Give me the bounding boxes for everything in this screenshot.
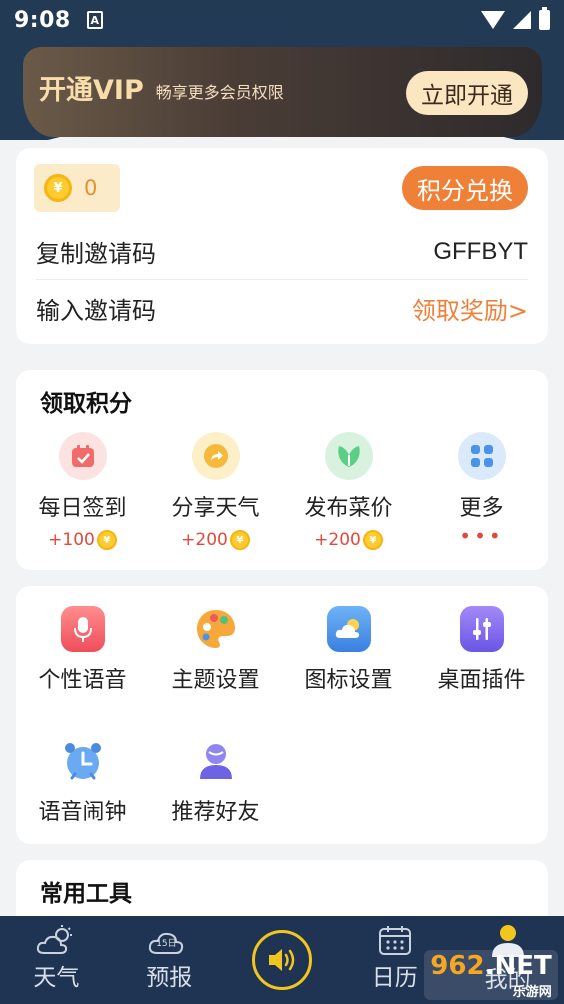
notification-icon: A [86, 11, 103, 29]
features-card: 个性语音 主题设置 图标设置 桌面插件 语音闹钟 推荐好友 [16, 586, 548, 844]
copy-invite-row[interactable]: 复制邀请码 GFFBYT [36, 224, 528, 280]
invite-code[interactable]: GFFBYT [433, 238, 528, 266]
feature-recommend-friends[interactable]: 推荐好友 [149, 738, 282, 826]
vip-banner[interactable]: 开通VIP 畅享更多会员权限 立即开通 [23, 47, 542, 137]
invite-card: ¥ 0 积分兑换 复制邀请码 GFFBYT 输入邀请码 领取奖励> [16, 148, 548, 344]
input-invite-row[interactable]: 输入邀请码 领取奖励> [36, 280, 528, 336]
grid-more-icon [457, 432, 506, 480]
feature-label: 主题设置 [171, 668, 260, 693]
feature-voice[interactable]: 个性语音 [16, 606, 149, 694]
coin-balance[interactable]: ¥ 0 [34, 164, 120, 212]
coin-count: 0 [84, 176, 98, 200]
feature-widget[interactable]: 桌面插件 [415, 606, 548, 694]
battery-icon [539, 7, 550, 30]
tab-label: 预报 [146, 965, 193, 991]
coin-icon: ¥ [362, 530, 383, 550]
tab-label: 日历 [371, 965, 418, 991]
task-reward: +200 ¥ [181, 530, 250, 550]
forecast-badge: 15日 [156, 939, 177, 949]
vip-title: 开通VIP [39, 75, 144, 106]
reward-amount: +200 [181, 530, 228, 550]
task-label: 每日签到 [38, 496, 127, 521]
speaker-icon [268, 949, 295, 971]
wifi-icon [481, 11, 505, 29]
watermark-sub: 乐游网 [512, 984, 552, 1000]
coin-icon: ¥ [229, 530, 250, 550]
features-row-1: 个性语音 主题设置 图标设置 桌面插件 [16, 606, 548, 694]
points-section-title: 领取积分 [40, 391, 132, 417]
feature-label: 桌面插件 [437, 668, 526, 693]
alarm-clock-icon [61, 738, 105, 784]
watermark-number: 962 [430, 950, 485, 981]
weather-cloud-icon [37, 925, 73, 954]
feature-theme[interactable]: 主题设置 [149, 606, 282, 694]
reward-amount: +100 [48, 530, 95, 550]
calendar-icon [378, 926, 411, 955]
points-exchange-button[interactable]: 积分兑换 [402, 166, 528, 210]
task-reward: +100 ¥ [48, 530, 117, 550]
copy-invite-label: 复制邀请码 [36, 240, 156, 268]
vip-activate-button[interactable]: 立即开通 [406, 71, 528, 115]
feature-icon-settings[interactable]: 图标设置 [282, 606, 415, 694]
task-more[interactable]: 更多 ••• [415, 432, 548, 550]
speaker-button[interactable] [251, 930, 312, 990]
tab-forecast[interactable]: 15日 预报 [113, 916, 226, 1004]
vegetable-icon [324, 432, 373, 480]
task-label: 发布菜价 [304, 496, 393, 521]
feature-label: 语音闹钟 [38, 800, 127, 825]
tools-section-title: 常用工具 [40, 881, 132, 907]
task-label: 分享天气 [171, 496, 260, 521]
feature-label: 推荐好友 [171, 800, 260, 825]
status-time: 9:08 [14, 7, 71, 33]
points-card: 领取积分 每日签到 +100¥ 分享天气 +200¥ 发布菜价 +200¥ [16, 370, 548, 570]
coin-icon: ¥ [96, 530, 117, 550]
features-row-2: 语音闹钟 推荐好友 [16, 738, 548, 826]
tab-label: 天气 [33, 965, 80, 991]
calendar-check-icon [58, 432, 107, 480]
status-bar: 9:08 A [0, 0, 564, 40]
feature-label: 个性语音 [38, 668, 127, 693]
coin-icon: ¥ [44, 174, 72, 202]
microphone-icon [60, 606, 105, 652]
points-task-grid: 每日签到 +100 ¥ 分享天气 +200 ¥ 发布菜价 +200 ¥ 更多 ••• [16, 432, 548, 550]
palette-icon [194, 606, 238, 652]
watermark-suffix: .NET [484, 950, 552, 981]
forecast-cloud-icon: 15日 [147, 924, 191, 956]
feature-voice-alarm[interactable]: 语音闹钟 [16, 738, 149, 826]
tab-weather[interactable]: 天气 [0, 916, 113, 1004]
task-label: 更多 [459, 496, 504, 521]
more-dots: ••• [459, 524, 504, 548]
reward-amount: +200 [314, 530, 361, 550]
input-invite-label: 输入邀请码 [36, 296, 156, 325]
weather-app-icon [326, 606, 371, 652]
signal-icon [513, 11, 531, 29]
vip-subtitle: 畅享更多会员权限 [155, 83, 284, 102]
share-icon [191, 432, 240, 480]
task-share-weather[interactable]: 分享天气 +200 ¥ [149, 432, 282, 550]
task-reward: +200 ¥ [314, 530, 383, 550]
tab-voice-broadcast[interactable] [226, 916, 339, 1004]
claim-reward-link[interactable]: 领取奖励> [412, 291, 528, 326]
site-watermark: 962.NET 乐游网 [424, 950, 558, 1000]
task-publish-price[interactable]: 发布菜价 +200 ¥ [282, 432, 415, 550]
task-daily-checkin[interactable]: 每日签到 +100 ¥ [16, 432, 149, 550]
feature-label: 图标设置 [304, 668, 393, 693]
friends-icon [194, 738, 238, 784]
status-indicators [481, 7, 550, 30]
sliders-icon [459, 606, 504, 652]
